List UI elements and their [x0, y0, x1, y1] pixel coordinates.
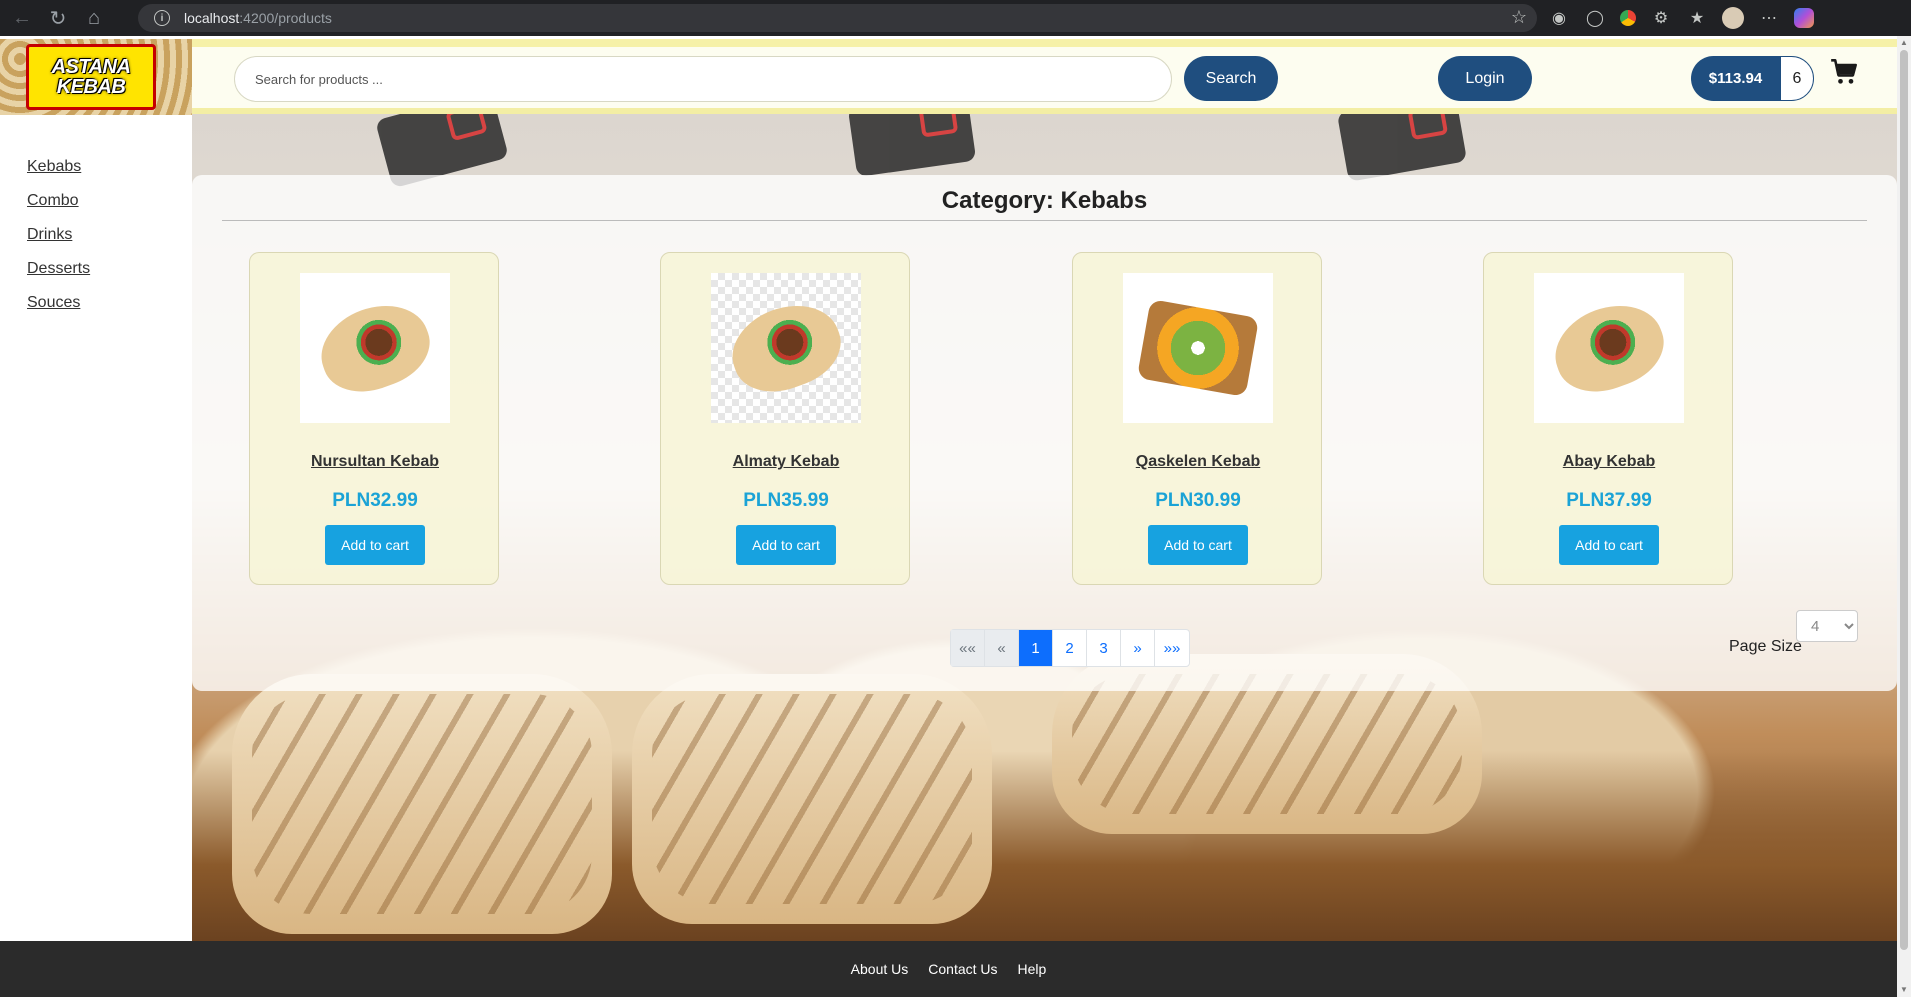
kebab-tray-icon [1136, 299, 1260, 397]
product-image[interactable] [1534, 273, 1684, 423]
product-price: PLN35.99 [743, 490, 829, 511]
copilot-icon[interactable] [1794, 8, 1814, 28]
sidebar-item-desserts[interactable]: Desserts [27, 259, 90, 293]
prev-page-button[interactable]: « [985, 630, 1019, 666]
first-page-button[interactable]: «« [951, 630, 985, 666]
shopping-cart-icon[interactable] [1830, 58, 1858, 86]
extension-icons: ◉ ◯ ⚙ ★ ⋯ [1548, 0, 1814, 36]
product-card: Abay Kebab PLN37.99 Add to cart [1483, 252, 1733, 585]
home-icon[interactable]: ⌂ [76, 0, 112, 36]
product-name-link[interactable]: Nursultan Kebab [250, 453, 500, 471]
product-name-link[interactable]: Qaskelen Kebab [1073, 453, 1323, 471]
pagination: «« « 1 2 3 » »» [950, 629, 1190, 667]
add-to-cart-button[interactable]: Add to cart [325, 525, 425, 565]
last-page-button[interactable]: »» [1155, 630, 1189, 666]
product-card: Almaty Kebab PLN35.99 Add to cart [660, 252, 910, 585]
product-image[interactable] [300, 273, 450, 423]
wrapper-print [847, 114, 977, 178]
logo-text-line1: ASTANA [51, 56, 131, 78]
kebab-wrap-icon [1543, 291, 1675, 405]
category-nav: Kebabs Combo Drinks Desserts Souces [27, 157, 90, 327]
reload-icon[interactable]: ↻ [40, 0, 76, 36]
page-size-label: Page Size [1729, 638, 1802, 655]
sidebar-item-kebabs[interactable]: Kebabs [27, 157, 90, 191]
add-to-cart-button[interactable]: Add to cart [736, 525, 836, 565]
bookmark-star-icon[interactable]: ☆ [1511, 7, 1527, 28]
kebab-wrap-icon [309, 291, 441, 405]
product-card: Qaskelen Kebab PLN30.99 Add to cart [1072, 252, 1322, 585]
footer-about-link[interactable]: About Us [851, 961, 909, 977]
browser-toolbar: ← ↻ ⌂ i localhost:4200/products ☆ ◉ ◯ ⚙ … [0, 0, 1911, 36]
scroll-thumb[interactable] [1900, 50, 1908, 950]
product-image[interactable] [711, 273, 861, 423]
extensions-puzzle-icon[interactable]: ⚙ [1650, 7, 1672, 29]
login-button[interactable]: Login [1438, 56, 1532, 101]
logo-text-line2: KEBAB [56, 76, 126, 98]
product-price: PLN32.99 [332, 490, 418, 511]
site-footer: About Us Contact Us Help [0, 941, 1897, 997]
site-header: Search Login $113.94 6 [192, 39, 1897, 114]
sidebar: ASTANA KEBAB Kebabs Combo Drinks Dessert… [0, 39, 192, 941]
logo-badge: ASTANA KEBAB [26, 44, 156, 110]
page-3-button[interactable]: 3 [1087, 630, 1121, 666]
sidebar-item-drinks[interactable]: Drinks [27, 225, 90, 259]
wrap-roll [232, 674, 612, 934]
favorites-icon[interactable]: ★ [1686, 7, 1708, 29]
site-info-icon[interactable]: i [154, 10, 170, 26]
back-icon[interactable]: ← [4, 0, 40, 36]
scroll-down-icon[interactable]: ▼ [1899, 985, 1909, 995]
more-options-icon[interactable]: ⋯ [1758, 7, 1780, 29]
wrapper-print [1336, 114, 1468, 182]
sidebar-item-combo[interactable]: Combo [27, 191, 90, 225]
eye-extension-icon[interactable]: ◉ [1548, 7, 1570, 29]
wrap-roll [632, 674, 992, 924]
category-title: Category: Kebabs [941, 187, 1148, 214]
cart-total-badge[interactable]: $113.94 [1691, 56, 1780, 101]
product-image[interactable] [1123, 273, 1273, 423]
add-to-cart-button[interactable]: Add to cart [1148, 525, 1248, 565]
kebab-wrap-icon [720, 291, 852, 405]
product-price: PLN37.99 [1566, 490, 1652, 511]
next-page-button[interactable]: » [1121, 630, 1155, 666]
address-bar[interactable]: i localhost:4200/products ☆ [138, 4, 1537, 32]
site-logo[interactable]: ASTANA KEBAB [0, 39, 192, 115]
scroll-up-icon[interactable]: ▲ [1899, 38, 1909, 48]
sidebar-item-souces[interactable]: Souces [27, 293, 90, 327]
product-name-link[interactable]: Abay Kebab [1484, 453, 1734, 471]
product-card: Nursultan Kebab PLN32.99 Add to cart [249, 252, 499, 585]
add-to-cart-button[interactable]: Add to cart [1559, 525, 1659, 565]
profile-avatar[interactable] [1722, 7, 1744, 29]
page-2-button[interactable]: 2 [1053, 630, 1087, 666]
footer-contact-link[interactable]: Contact Us [928, 961, 997, 977]
chrome-extension-icon[interactable] [1620, 10, 1636, 26]
products-panel: Category: Kebabs Nursultan Kebab PLN32.9… [192, 175, 1897, 691]
page-1-button[interactable]: 1 [1019, 630, 1053, 666]
cart-count-badge[interactable]: 6 [1780, 56, 1814, 101]
search-input[interactable] [234, 56, 1172, 102]
page-scrollbar[interactable]: ▲ ▼ [1897, 36, 1911, 997]
page-size-select[interactable]: 4 [1796, 610, 1858, 642]
url-text: localhost:4200/products [184, 10, 332, 26]
product-name-link[interactable]: Almaty Kebab [661, 453, 911, 471]
footer-help-link[interactable]: Help [1018, 961, 1047, 977]
search-button[interactable]: Search [1184, 56, 1278, 101]
product-price: PLN30.99 [1155, 490, 1241, 511]
title-divider [222, 220, 1867, 221]
tracking-prevention-icon[interactable]: ◯ [1584, 7, 1606, 29]
